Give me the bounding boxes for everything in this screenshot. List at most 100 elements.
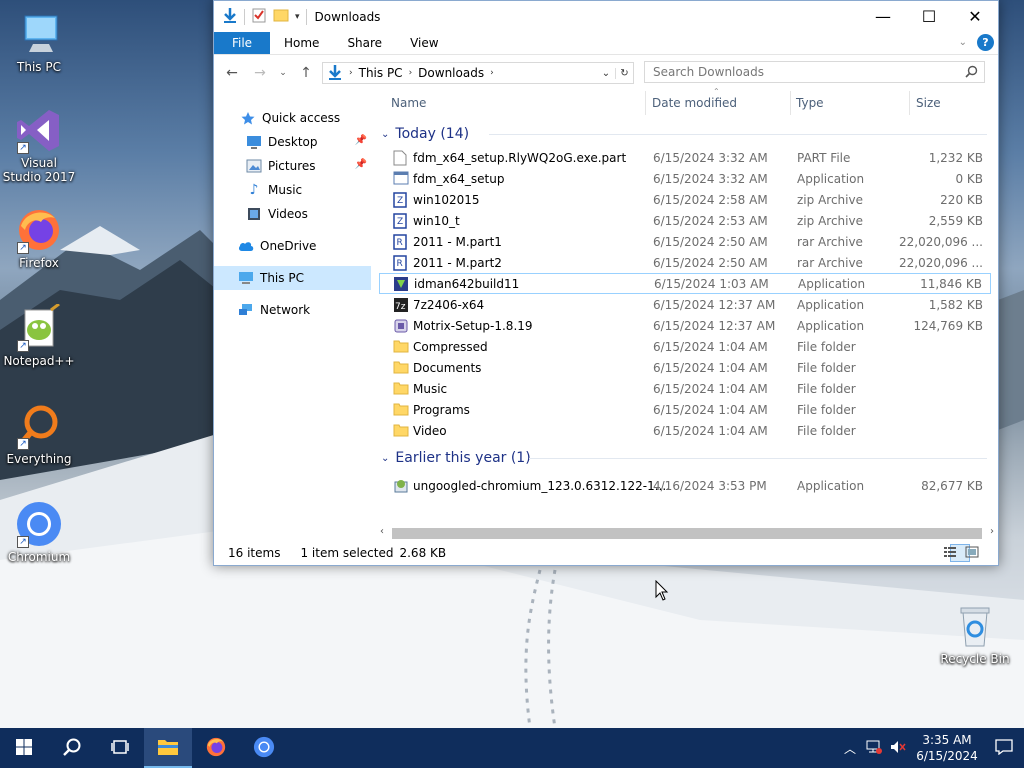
file-row[interactable]: fdm_x64_setup.RlyWQ2oG.exe.part 6/15/202… bbox=[379, 147, 991, 168]
desktop-icon-recycle-bin[interactable]: Recycle Bin bbox=[937, 602, 1013, 666]
nav-item-pictures[interactable]: Pictures 📌 bbox=[214, 154, 371, 178]
tab-view[interactable]: View bbox=[396, 32, 452, 54]
chevron-down-icon: ⌄ bbox=[381, 452, 390, 464]
file-row[interactable]: R 2011 - M.part2 6/15/2024 2:50 AM rar A… bbox=[379, 252, 991, 273]
tab-home[interactable]: Home bbox=[270, 32, 333, 54]
breadcrumb-chevron-icon[interactable]: › bbox=[349, 68, 353, 78]
svg-text:R: R bbox=[397, 238, 403, 248]
refresh-icon[interactable]: ↻ bbox=[615, 67, 633, 79]
desktop-icon-this-pc[interactable]: This PC bbox=[1, 10, 77, 74]
application-icon bbox=[393, 171, 409, 187]
customize-toolbar-icon[interactable]: ▾ bbox=[295, 12, 300, 22]
column-name[interactable]: Name bbox=[391, 96, 426, 110]
svg-text:Z: Z bbox=[397, 196, 403, 206]
large-icons-view-button[interactable] bbox=[965, 544, 992, 562]
properties-icon[interactable] bbox=[251, 7, 267, 26]
desktop-icon-visual-studio[interactable]: ↗ Visual Studio 2017 bbox=[1, 106, 77, 184]
search-icon bbox=[62, 737, 82, 760]
scroll-left-icon[interactable]: ‹ bbox=[380, 526, 384, 537]
desktop-icon bbox=[246, 134, 262, 150]
back-button[interactable]: ← bbox=[220, 61, 244, 85]
column-type[interactable]: Type bbox=[796, 96, 824, 110]
nav-label: OneDrive bbox=[260, 239, 317, 253]
file-row[interactable]: Z win10_t 6/15/2024 2:53 AM zip Archive … bbox=[379, 210, 991, 231]
close-button[interactable]: ✕ bbox=[952, 1, 998, 32]
recent-locations-button[interactable]: ⌄ bbox=[276, 61, 290, 85]
column-size[interactable]: Size bbox=[916, 96, 941, 110]
desktop-icon-label: Recycle Bin bbox=[940, 652, 1010, 666]
expand-ribbon-icon[interactable]: ⌄ bbox=[959, 37, 967, 48]
action-center-button[interactable] bbox=[984, 738, 1024, 758]
minimize-button[interactable]: — bbox=[860, 1, 906, 32]
show-hidden-icons-button[interactable]: ︿ bbox=[838, 740, 862, 757]
nav-item-music[interactable]: ♪ Music bbox=[214, 178, 371, 202]
scrollbar-thumb[interactable] bbox=[392, 528, 982, 539]
tab-share[interactable]: Share bbox=[333, 32, 396, 54]
file-row[interactable]: fdm_x64_setup 6/15/2024 3:32 AM Applicat… bbox=[379, 168, 991, 189]
volume-muted-icon bbox=[890, 740, 906, 757]
breadcrumb-this-pc[interactable]: This PC bbox=[359, 66, 403, 80]
taskbar-chromium[interactable] bbox=[240, 728, 288, 768]
pin-icon[interactable]: 📌 bbox=[355, 135, 367, 146]
volume-button[interactable] bbox=[886, 740, 910, 757]
breadcrumb-chevron-icon[interactable]: › bbox=[409, 68, 413, 78]
desktop-icon-everything[interactable]: ↗ Everything bbox=[1, 402, 77, 466]
file-row[interactable]: R 2011 - M.part1 6/15/2024 2:50 AM rar A… bbox=[379, 231, 991, 252]
folder-row[interactable]: Programs 6/15/2024 1:04 AM File folder bbox=[379, 399, 991, 420]
idm-application-icon bbox=[393, 276, 409, 292]
nav-label: Desktop bbox=[268, 135, 318, 149]
nav-item-onedrive[interactable]: OneDrive bbox=[214, 234, 371, 258]
nav-item-network[interactable]: Network bbox=[214, 298, 371, 322]
visual-studio-icon: ↗ bbox=[15, 106, 63, 154]
network-status-button[interactable] bbox=[862, 740, 886, 757]
desktop-icon-firefox[interactable]: ↗ Firefox bbox=[1, 206, 77, 270]
folder-row[interactable]: Video 6/15/2024 1:04 AM File folder bbox=[379, 420, 991, 441]
file-explorer-window[interactable]: ▾ Downloads — ☐ ✕ File Home Share View ⌄… bbox=[213, 0, 999, 566]
nav-item-quick-access[interactable]: Quick access bbox=[214, 106, 371, 130]
shortcut-arrow-icon: ↗ bbox=[17, 536, 29, 548]
rar-archive-icon: R bbox=[393, 234, 409, 250]
nav-item-this-pc[interactable]: This PC bbox=[214, 266, 371, 290]
taskbar-file-explorer[interactable] bbox=[144, 728, 192, 768]
file-icon bbox=[393, 150, 409, 166]
folder-row[interactable]: Documents 6/15/2024 1:04 AM File folder bbox=[379, 357, 991, 378]
forward-button[interactable]: → bbox=[248, 61, 272, 85]
taskbar-firefox[interactable] bbox=[192, 728, 240, 768]
maximize-button[interactable]: ☐ bbox=[906, 1, 952, 32]
file-row-selected[interactable]: idman642build11 6/15/2024 1:03 AM Applic… bbox=[379, 273, 991, 294]
horizontal-scrollbar[interactable]: ‹ › bbox=[376, 525, 998, 542]
group-header-today[interactable]: ⌄ Today (14) bbox=[379, 121, 991, 147]
desktop-icon-notepad-plus-plus[interactable]: ↗ Notepad++ bbox=[1, 302, 77, 368]
search-input[interactable]: Search Downloads bbox=[644, 61, 985, 83]
up-button[interactable]: ↑ bbox=[294, 61, 318, 85]
help-icon[interactable]: ? bbox=[977, 34, 994, 51]
folder-icon bbox=[393, 381, 409, 397]
desktop-icon-chromium[interactable]: ↗ Chromium bbox=[1, 500, 77, 564]
group-header-earlier-this-year[interactable]: ⌄ Earlier this year (1) bbox=[379, 445, 991, 471]
folder-row[interactable]: Compressed 6/15/2024 1:04 AM File folder bbox=[379, 336, 991, 357]
breadcrumb-downloads[interactable]: Downloads bbox=[418, 66, 484, 80]
nav-item-videos[interactable]: Videos bbox=[214, 202, 371, 226]
start-button[interactable] bbox=[0, 728, 48, 768]
column-date-modified[interactable]: Date modified bbox=[652, 96, 737, 110]
network-disconnected-icon bbox=[866, 740, 882, 757]
task-view-icon bbox=[111, 739, 129, 758]
pin-icon[interactable]: 📌 bbox=[355, 159, 367, 170]
scroll-right-icon[interactable]: › bbox=[990, 526, 994, 537]
file-row[interactable]: 7z 7z2406-x64 6/15/2024 12:37 AM Applica… bbox=[379, 294, 991, 315]
folder-row[interactable]: Music 6/15/2024 1:04 AM File folder bbox=[379, 378, 991, 399]
breadcrumb-chevron-icon[interactable]: › bbox=[490, 68, 494, 78]
file-row[interactable]: ungoogled-chromium_123.0.6312.122-1.... … bbox=[379, 475, 991, 496]
nav-item-desktop[interactable]: Desktop 📌 bbox=[214, 130, 371, 154]
search-button[interactable] bbox=[48, 728, 96, 768]
new-folder-icon[interactable] bbox=[273, 7, 289, 26]
file-row[interactable]: Z win102015 6/15/2024 2:58 AM zip Archiv… bbox=[379, 189, 991, 210]
address-bar[interactable]: › This PC › Downloads › ⌄ ↻ bbox=[322, 62, 634, 84]
tab-file[interactable]: File bbox=[214, 32, 270, 54]
address-dropdown-icon[interactable]: ⌄ bbox=[597, 68, 615, 79]
title-bar[interactable]: ▾ Downloads — ☐ ✕ bbox=[214, 1, 998, 32]
task-view-button[interactable] bbox=[96, 728, 144, 768]
clock[interactable]: 3:35 AM 6/15/2024 bbox=[910, 732, 984, 764]
folder-icon bbox=[393, 423, 409, 439]
file-row[interactable]: Motrix-Setup-1.8.19 6/15/2024 12:37 AM A… bbox=[379, 315, 991, 336]
